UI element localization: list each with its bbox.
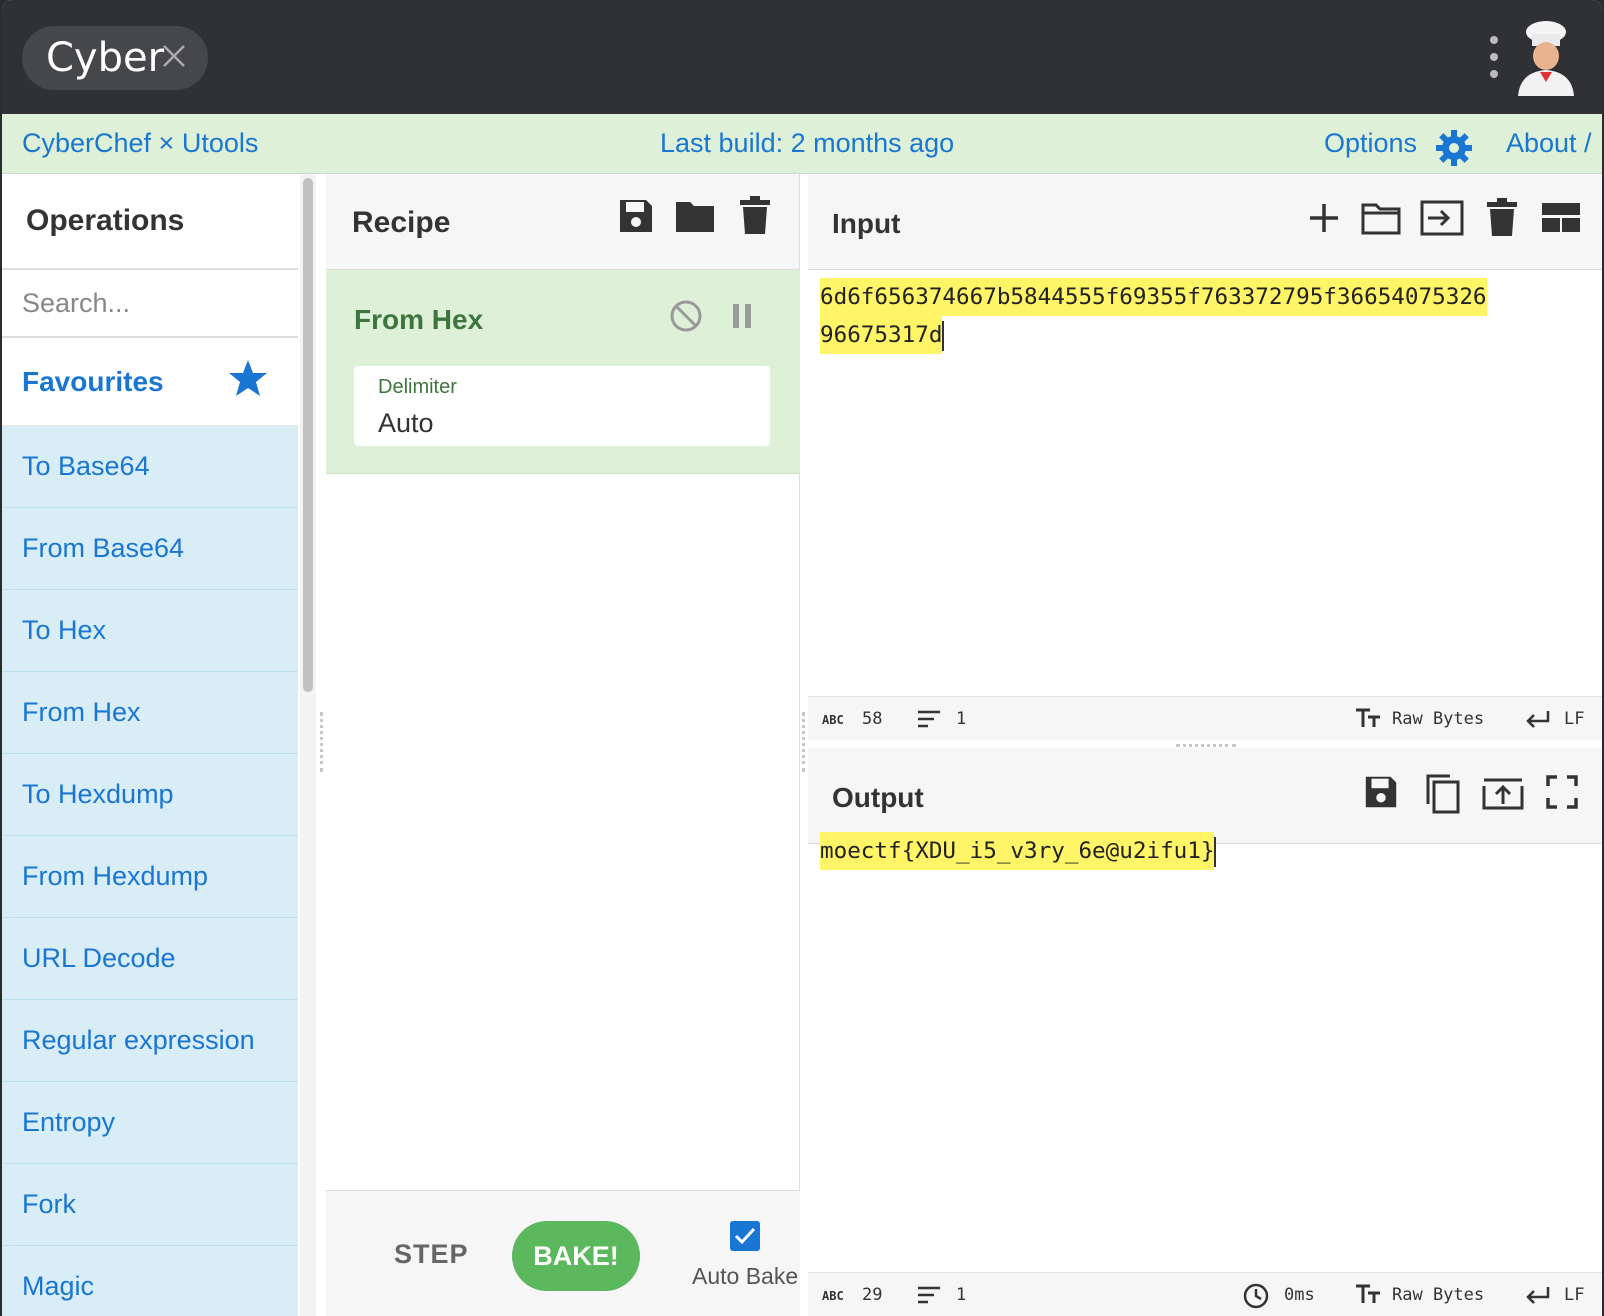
operation-item[interactable]: To Hexdump — [2, 754, 298, 836]
column-resize-handle[interactable] — [320, 712, 324, 772]
title-bar: Cyber — [2, 0, 1602, 114]
kebab-menu-icon[interactable] — [1488, 36, 1500, 78]
output-status-bar: ABC 29 1 0ms Raw Bytes LF — [808, 1272, 1602, 1316]
operation-item[interactable]: Regular expression — [2, 1000, 298, 1082]
operation-item[interactable]: To Hex — [2, 590, 298, 672]
operation-item[interactable]: Entropy — [2, 1082, 298, 1164]
output-time: 0ms — [1284, 1285, 1315, 1305]
input-eol[interactable]: LF — [1564, 709, 1584, 729]
step-button[interactable]: STEP — [394, 1239, 469, 1270]
lines-icon — [918, 1286, 940, 1304]
text-encoding-icon[interactable] — [1354, 707, 1382, 729]
folder-icon[interactable] — [674, 196, 716, 236]
fullscreen-icon[interactable] — [1544, 772, 1580, 812]
last-build-text: Last build: 2 months ago — [660, 128, 955, 158]
auto-bake-label: Auto Bake — [692, 1263, 799, 1289]
operation-item[interactable]: From Hexdump — [2, 836, 298, 918]
operation-item[interactable]: To Base64 — [2, 426, 298, 508]
open-folder-icon[interactable] — [1360, 198, 1402, 238]
text-caret — [1214, 836, 1217, 867]
trash-icon[interactable] — [738, 196, 772, 236]
input-title: Input — [832, 208, 901, 239]
bake-button[interactable]: BAKE! — [512, 1221, 640, 1291]
output-encoding[interactable]: Raw Bytes — [1392, 1285, 1484, 1305]
output-eol[interactable]: LF — [1564, 1285, 1584, 1305]
save-icon[interactable] — [616, 196, 656, 236]
options-link[interactable]: Options — [1324, 128, 1417, 159]
input-header: Input — [808, 174, 1602, 270]
auto-bake-checkbox[interactable] — [730, 1221, 760, 1251]
output-length: 29 — [862, 1285, 883, 1305]
operation-item[interactable]: From Hex — [2, 672, 298, 754]
output-title: Output — [832, 782, 924, 813]
search-box — [2, 270, 298, 338]
favourites-category[interactable]: Favourites — [2, 338, 298, 426]
tab-label: Cyber — [46, 35, 165, 81]
lines-icon — [918, 710, 940, 728]
input-line-2: 96675317d — [820, 316, 943, 354]
about-link[interactable]: About / — [1506, 128, 1592, 159]
input-encoding[interactable]: Raw Bytes — [1392, 709, 1484, 729]
text-encoding-icon[interactable] — [1354, 1283, 1382, 1305]
brand-link[interactable]: CyberChef × Utools — [22, 128, 258, 159]
chef-avatar-icon[interactable] — [1510, 18, 1582, 96]
plugin-tab[interactable]: Cyber — [22, 26, 208, 90]
input-textarea[interactable]: 6d6f656374667b5844555f69355f763372795f36… — [820, 278, 1487, 354]
output-header: Output — [808, 748, 1602, 844]
cyberchef-window: Cyber CyberChef × Utools Last build: 2 m… — [2, 0, 1602, 1316]
search-input[interactable] — [22, 287, 272, 319]
input-lines: 1 — [956, 709, 967, 729]
operation-item[interactable]: From Base64 — [2, 508, 298, 590]
operation-item[interactable]: URL Decode — [2, 918, 298, 1000]
layout-icon[interactable] — [1540, 198, 1582, 238]
column-resize-handle[interactable] — [802, 712, 806, 772]
save-output-icon[interactable] — [1362, 772, 1400, 812]
operations-scrollbar[interactable] — [300, 174, 316, 1316]
gear-icon[interactable] — [1434, 128, 1474, 168]
pause-icon[interactable] — [730, 302, 754, 330]
input-status-bar: ABC 58 1 Raw Bytes LF — [808, 696, 1602, 740]
length-icon: ABC — [822, 713, 844, 727]
eol-icon[interactable] — [1524, 1285, 1552, 1305]
eol-icon[interactable] — [1524, 709, 1552, 729]
input-line-1: 6d6f656374667b5844555f69355f763372795f36… — [820, 278, 1487, 316]
banner: CyberChef × Utools Last build: 2 months … — [2, 114, 1602, 174]
recipe-controls: STEP BAKE! Auto Bake — [326, 1190, 800, 1316]
text-caret — [942, 320, 945, 351]
delimiter-value[interactable]: Auto — [378, 408, 434, 439]
star-icon — [229, 360, 267, 396]
length-icon: ABC — [822, 1289, 844, 1303]
delimiter-label: Delimiter — [378, 376, 457, 398]
clock-icon — [1243, 1283, 1269, 1309]
operations-panel: Operations Favourites To Base64 From Bas… — [2, 174, 298, 1316]
recipe-panel: Recipe From Hex Delimiter Auto STEP BAKE… — [326, 174, 800, 1316]
disable-operation-icon[interactable] — [668, 298, 704, 334]
recipe-operation-card[interactable]: From Hex Delimiter Auto — [326, 270, 800, 474]
recipe-title: Recipe — [352, 206, 451, 239]
operations-title: Operations — [26, 204, 185, 237]
output-textarea[interactable]: moectf{XDU_i5_v3ry_6e@u2ifu1} — [820, 832, 1217, 870]
operation-item[interactable]: Magic — [2, 1246, 298, 1316]
recipe-operation-name: From Hex — [354, 304, 484, 335]
open-file-icon[interactable] — [1420, 198, 1464, 238]
operations-header: Operations — [2, 174, 298, 270]
recipe-header: Recipe — [326, 174, 799, 270]
output-value: moectf{XDU_i5_v3ry_6e@u2ifu1} — [820, 832, 1215, 870]
output-lines: 1 — [956, 1285, 967, 1305]
close-icon[interactable] — [158, 40, 190, 72]
io-panel: Input 6d6f656374667b5844555f69355f763372… — [808, 174, 1602, 1316]
add-tab-icon[interactable] — [1306, 198, 1342, 238]
input-length: 58 — [862, 709, 883, 729]
replace-input-icon[interactable] — [1482, 772, 1524, 812]
favourites-label: Favourites — [22, 365, 164, 397]
delimiter-field[interactable]: Delimiter Auto — [354, 366, 770, 446]
scrollbar-thumb[interactable] — [303, 178, 313, 692]
clear-input-icon[interactable] — [1486, 198, 1518, 238]
copy-icon[interactable] — [1422, 772, 1462, 816]
operation-item[interactable]: Fork — [2, 1164, 298, 1246]
